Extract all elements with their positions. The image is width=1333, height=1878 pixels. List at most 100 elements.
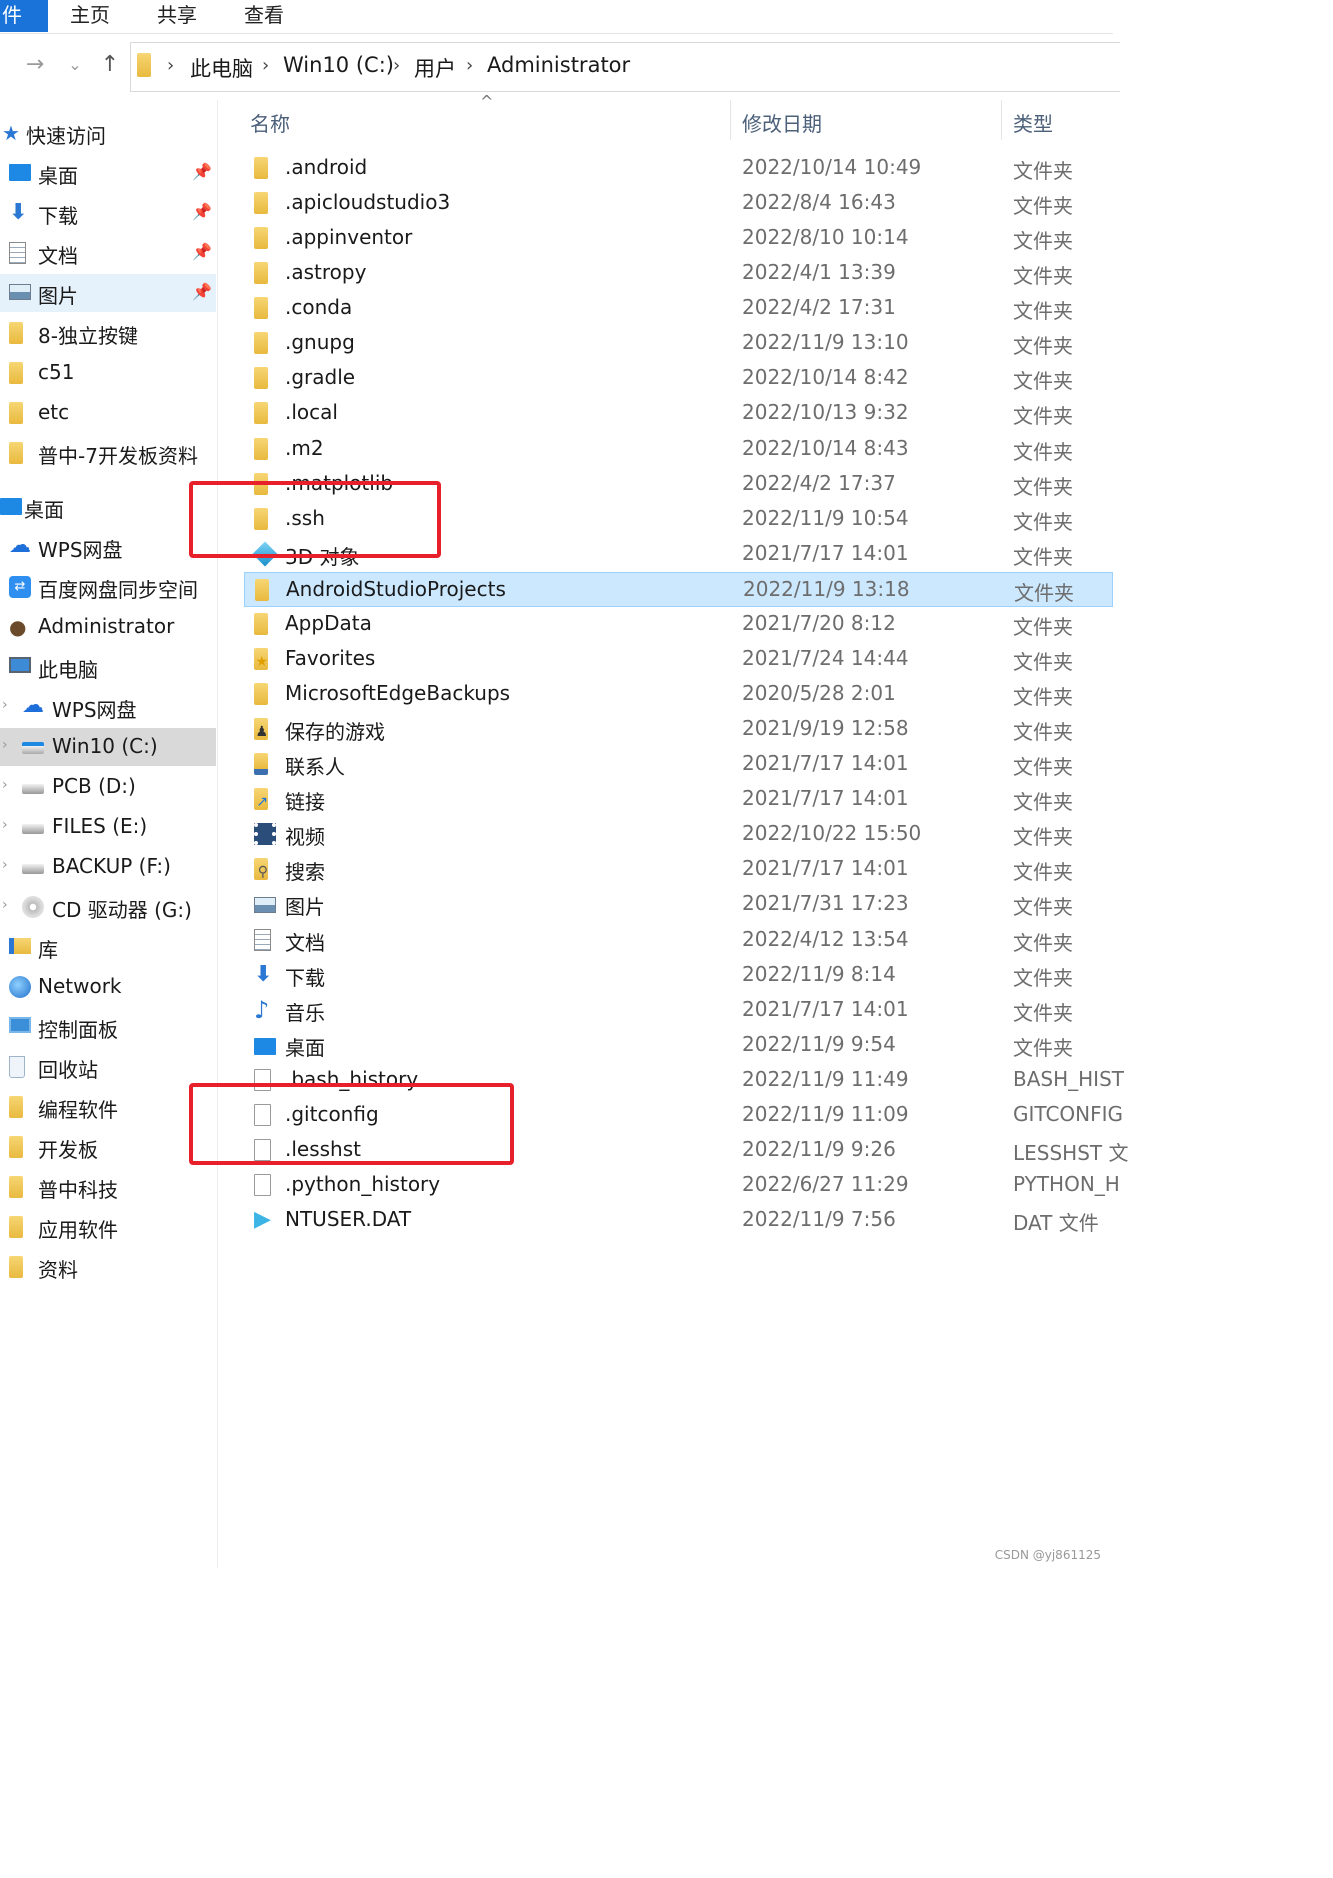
sidebar-item[interactable]: 资料	[0, 1248, 216, 1286]
chevron-right-icon[interactable]: ›	[466, 55, 473, 76]
expand-chevron-icon[interactable]: ›	[2, 697, 8, 713]
file-row[interactable]: MicrosoftEdgeBackups 2020/5/28 2:01 文件夹	[244, 677, 1113, 712]
chevron-right-icon[interactable]: ›	[167, 55, 174, 76]
file-row[interactable]: ⬇ 下载 2022/11/9 8:14 文件夹	[244, 958, 1113, 993]
tab-view[interactable]: 查看	[244, 0, 284, 32]
file-modified-date: 2022/11/9 8:14	[742, 961, 896, 986]
sidebar-item[interactable]: 普中科技	[0, 1168, 216, 1206]
file-row[interactable]: ★ Favorites 2021/7/24 14:44 文件夹	[244, 642, 1113, 677]
file-row[interactable]: 视频 2022/10/22 15:50 文件夹	[244, 817, 1113, 852]
file-row[interactable]: .conda 2022/4/2 17:31 文件夹	[244, 291, 1113, 326]
file-row[interactable]: ♟ 保存的游戏 2021/9/19 12:58 文件夹	[244, 712, 1113, 747]
sidebar-item-label: 快速访问	[26, 124, 106, 148]
sidebar-item[interactable]: 回收站	[0, 1048, 216, 1086]
sidebar-item[interactable]: 8-独立按键	[0, 314, 216, 352]
sidebar-item[interactable]: › ☁ WPS网盘	[0, 688, 216, 726]
sidebar-item[interactable]: 库	[0, 928, 216, 966]
file-row[interactable]: ↗ 链接 2021/7/17 14:01 文件夹	[244, 782, 1113, 817]
chevron-right-icon[interactable]: ›	[262, 55, 269, 76]
expand-chevron-icon[interactable]: ›	[2, 737, 8, 753]
breadcrumb-administrator[interactable]: Administrator	[487, 53, 630, 77]
file-row[interactable]: 联系人 2021/7/17 14:01 文件夹	[244, 747, 1113, 782]
sidebar-item[interactable]: 普中-7开发板资料	[0, 434, 216, 472]
file-row[interactable]: ▶ NTUSER.DAT 2022/11/9 7:56 DAT 文件	[244, 1203, 1113, 1238]
pin-icon[interactable]: 📌	[192, 282, 212, 301]
file-row[interactable]: .appinventor 2022/8/10 10:14 文件夹	[244, 221, 1113, 256]
address-bar[interactable]: › 此电脑 › Win10 (C:) › 用户 › Administrator	[130, 42, 1120, 92]
sidebar-item[interactable]: 开发板	[0, 1128, 216, 1166]
sidebar-item[interactable]: ★ 快速访问	[0, 114, 216, 152]
forward-arrow-icon[interactable]: →	[20, 50, 50, 80]
sidebar-item[interactable]: › BACKUP (F:)	[0, 848, 216, 886]
expand-chevron-icon[interactable]: ›	[2, 817, 8, 833]
sidebar-item[interactable]: ⇄ 百度网盘同步空间	[0, 568, 216, 606]
sidebar-item[interactable]: ● Administrator	[0, 608, 216, 646]
breadcrumb-c-drive[interactable]: Win10 (C:)	[283, 53, 394, 77]
sidebar-item[interactable]: c51	[0, 354, 216, 392]
tab-share[interactable]: 共享	[157, 0, 197, 32]
up-arrow-icon[interactable]: ↑	[95, 50, 125, 80]
file-row[interactable]: AndroidStudioProjects 2022/11/9 13:18 文件夹	[244, 571, 1113, 607]
file-row[interactable]: .android 2022/10/14 10:49 文件夹	[244, 151, 1113, 186]
file-row[interactable]: .apicloudstudio3 2022/8/4 16:43 文件夹	[244, 186, 1113, 221]
file-row[interactable]: 图片 2021/7/31 17:23 文件夹	[244, 887, 1113, 922]
file-name: 搜索	[285, 860, 325, 885]
file-row[interactable]: .astropy 2022/4/1 13:39 文件夹	[244, 256, 1113, 291]
sidebar-item[interactable]: 应用软件	[0, 1208, 216, 1246]
file-row[interactable]: .local 2022/10/13 9:32 文件夹	[244, 396, 1113, 431]
file-type: 文件夹	[1013, 474, 1073, 499]
column-date[interactable]: 修改日期	[742, 108, 822, 137]
sidebar-item[interactable]: 控制面板	[0, 1008, 216, 1046]
tab-home[interactable]: 主页	[70, 0, 110, 32]
pin-icon[interactable]: 📌	[192, 242, 212, 261]
sidebar-item[interactable]: › Win10 (C:)	[0, 728, 216, 766]
column-type[interactable]: 类型	[1013, 108, 1053, 137]
file-row[interactable]: ⚲ 搜索 2021/7/17 14:01 文件夹	[244, 852, 1113, 887]
expand-chevron-icon[interactable]: ›	[2, 857, 8, 873]
sidebar-item[interactable]: › CD 驱动器 (G:)	[0, 888, 216, 926]
file-modified-date: 2022/8/10 10:14	[742, 225, 909, 250]
sidebar-item[interactable]: 桌面 📌	[0, 154, 216, 192]
sidebar-item[interactable]: Network	[0, 968, 216, 1006]
file-row[interactable]: ♪ 音乐 2021/7/17 14:01 文件夹	[244, 993, 1113, 1028]
file-type: 文件夹	[1013, 509, 1073, 534]
recent-locations-chevron-icon[interactable]: ⌄	[60, 50, 90, 80]
folder-icon	[9, 322, 23, 344]
sidebar-item-label: 文档	[38, 244, 78, 268]
file-name: 音乐	[285, 1000, 325, 1025]
sidebar-item[interactable]: › PCB (D:)	[0, 768, 216, 806]
sidebar-item[interactable]: 此电脑	[0, 648, 216, 686]
file-row[interactable]: 桌面 2022/11/9 9:54 文件夹	[244, 1028, 1113, 1063]
document-icon	[9, 242, 26, 264]
folder-icon	[254, 612, 268, 635]
breadcrumb-users[interactable]: 用户	[414, 53, 456, 83]
file-row[interactable]: .python_history 2022/6/27 11:29 PYTHON_H	[244, 1168, 1120, 1203]
folder-icon	[254, 297, 268, 320]
column-name[interactable]: 名称	[250, 108, 290, 137]
file-row[interactable]: AppData 2021/7/20 8:12 文件夹	[244, 607, 1113, 642]
column-divider[interactable]	[730, 100, 731, 140]
sidebar-item[interactable]: 文档 📌	[0, 234, 216, 272]
folder-icon	[254, 157, 268, 179]
expand-chevron-icon[interactable]: ›	[2, 897, 8, 913]
file-row[interactable]: .gradle 2022/10/14 8:42 文件夹	[244, 361, 1113, 396]
sidebar-item[interactable]: 编程软件	[0, 1088, 216, 1126]
file-type: 文件夹	[1013, 895, 1073, 920]
chevron-right-icon[interactable]: ›	[393, 55, 400, 76]
sidebar-item[interactable]: ☁ WPS网盘	[0, 528, 216, 566]
pin-icon[interactable]: 📌	[192, 202, 212, 221]
breadcrumb-this-pc[interactable]: 此电脑	[190, 53, 253, 83]
file-row[interactable]: .gnupg 2022/11/9 13:10 文件夹	[244, 326, 1113, 361]
column-divider[interactable]	[1001, 100, 1002, 140]
sidebar-item[interactable]: 图片 📌	[0, 274, 216, 312]
file-modified-date: 2021/7/20 8:12	[742, 610, 896, 635]
sidebar-item[interactable]: 桌面	[0, 488, 216, 526]
expand-chevron-icon[interactable]: ›	[2, 777, 8, 793]
sidebar-item[interactable]: › FILES (E:)	[0, 808, 216, 846]
sidebar-item[interactable]: etc	[0, 394, 216, 432]
file-row[interactable]: 文档 2022/4/12 13:54 文件夹	[244, 923, 1113, 958]
pin-icon[interactable]: 📌	[192, 162, 212, 181]
tab-file[interactable]: 件	[0, 0, 48, 32]
sidebar-item[interactable]: ⬇ 下载 📌	[0, 194, 216, 232]
file-row[interactable]: .m2 2022/10/14 8:43 文件夹	[244, 432, 1113, 467]
